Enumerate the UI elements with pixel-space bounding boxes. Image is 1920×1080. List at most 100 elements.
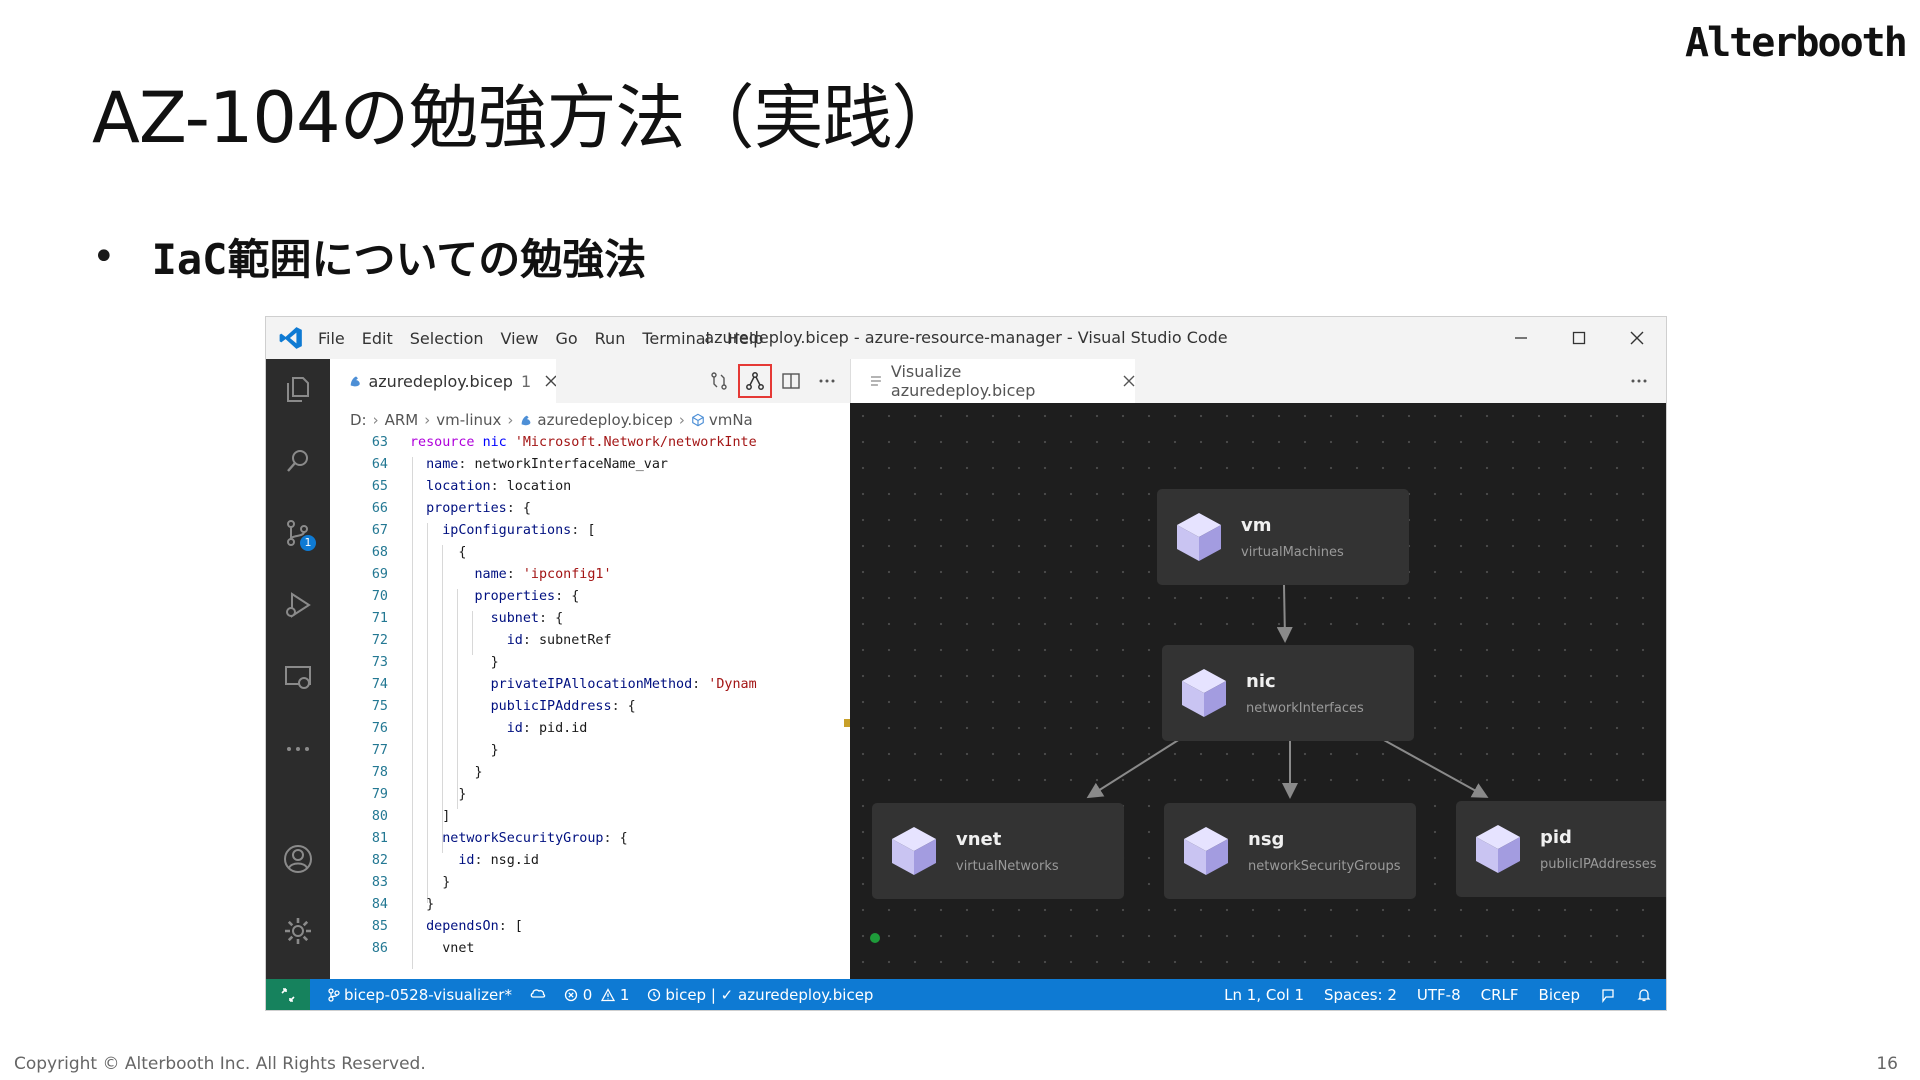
eol-status[interactable]: CRLF bbox=[1481, 986, 1519, 1004]
code-line[interactable]: 81 networkSecurityGroup: { bbox=[330, 831, 850, 853]
tab-label: azuredeploy.bicep bbox=[368, 371, 513, 391]
line-number: 63 bbox=[371, 435, 388, 450]
minimize-button[interactable] bbox=[1492, 317, 1550, 359]
visualizer-pane: Visualize azuredeploy.bicep vm virtualMa… bbox=[850, 359, 1666, 979]
more-actions-button[interactable] bbox=[1629, 371, 1649, 395]
sync-button[interactable] bbox=[530, 986, 546, 1004]
edge-nic-pid bbox=[1381, 738, 1489, 798]
code-line[interactable]: 79 } bbox=[330, 787, 850, 809]
code-text: } bbox=[410, 787, 467, 802]
node-type: networkSecurityGroups bbox=[1248, 859, 1401, 874]
code-line[interactable]: 64 name: networkInterfaceName_var bbox=[330, 457, 850, 479]
tab-problem-count: 1 bbox=[520, 371, 532, 391]
vscode-logo-icon bbox=[279, 327, 302, 349]
indentation-status[interactable]: Spaces: 2 bbox=[1324, 986, 1397, 1004]
activity-bar: 1 bbox=[266, 359, 330, 979]
code-line[interactable]: 68 { bbox=[330, 545, 850, 567]
node-vm[interactable]: vm virtualMachines bbox=[1157, 489, 1409, 585]
close-tab-icon[interactable] bbox=[1123, 375, 1135, 387]
manage-button[interactable] bbox=[282, 915, 314, 947]
bullet-item: • IaC範囲についての勉強法 bbox=[92, 226, 646, 287]
menu-go[interactable]: Go bbox=[555, 329, 577, 348]
code-line[interactable]: 83 } bbox=[330, 875, 850, 897]
code-line[interactable]: 85 dependsOn: [ bbox=[330, 919, 850, 941]
branch-status[interactable]: bicep-0528-visualizer* bbox=[328, 986, 512, 1004]
code-line[interactable]: 86 vnet bbox=[330, 941, 850, 963]
code-line[interactable]: 80 ] bbox=[330, 809, 850, 831]
code-line[interactable]: 66 properties: { bbox=[330, 501, 850, 523]
code-line[interactable]: 71 subnet: { bbox=[330, 611, 850, 633]
remote-indicator[interactable] bbox=[266, 979, 310, 1010]
node-nic[interactable]: nic networkInterfaces bbox=[1162, 645, 1414, 741]
code-text: } bbox=[410, 655, 499, 670]
breadcrumb-folder-vm-linux[interactable]: vm-linux bbox=[436, 411, 501, 429]
more-views-button[interactable] bbox=[282, 733, 314, 765]
visualize-button[interactable] bbox=[738, 364, 772, 398]
problems-status[interactable]: 0 1 bbox=[564, 986, 629, 1004]
language-status[interactable]: bicep | ✓ azuredeploy.bicep bbox=[647, 986, 873, 1004]
language-mode[interactable]: Bicep bbox=[1539, 986, 1580, 1004]
tab-azuredeploy-bicep[interactable]: azuredeploy.bicep 1 bbox=[330, 359, 556, 403]
node-vnet[interactable]: vnet virtualNetworks bbox=[872, 803, 1124, 899]
line-number: 70 bbox=[371, 589, 388, 604]
line-number: 79 bbox=[371, 787, 388, 802]
menu-run[interactable]: Run bbox=[595, 329, 626, 348]
remote-explorer-button[interactable] bbox=[282, 661, 314, 693]
editor-actions bbox=[696, 359, 840, 403]
close-tab-icon[interactable] bbox=[545, 375, 556, 387]
notifications-button[interactable] bbox=[1636, 986, 1652, 1004]
breadcrumb-symbol[interactable]: vmNa bbox=[709, 411, 753, 429]
code-line[interactable]: 84 } bbox=[330, 897, 850, 919]
code-line[interactable]: 69 name: 'ipconfig1' bbox=[330, 567, 850, 589]
preview-icon bbox=[870, 376, 881, 386]
code-line[interactable]: 82 id: nsg.id bbox=[330, 853, 850, 875]
code-line[interactable]: 63 resource nic 'Microsoft.Network/networ… bbox=[330, 435, 850, 457]
tab-visualize-bicep[interactable]: Visualize azuredeploy.bicep bbox=[851, 359, 1135, 403]
accounts-button[interactable] bbox=[282, 843, 314, 875]
close-window-button[interactable] bbox=[1608, 317, 1666, 359]
code-editor[interactable]: 63 resource nic 'Microsoft.Network/networ… bbox=[330, 435, 850, 979]
more-actions-button[interactable] bbox=[814, 368, 840, 394]
ellipsis-icon bbox=[287, 747, 309, 751]
search-button[interactable] bbox=[282, 445, 314, 477]
node-pid[interactable]: pid publicIPAddresses bbox=[1456, 801, 1666, 897]
code-text: } bbox=[410, 875, 451, 890]
editor-pane: azuredeploy.bicep 1 D: › ARM › vm-linux … bbox=[330, 359, 850, 979]
node-nsg[interactable]: nsg networkSecurityGroups bbox=[1164, 803, 1416, 899]
open-changes-button[interactable] bbox=[706, 368, 732, 394]
line-number: 73 bbox=[371, 655, 388, 670]
menu-terminal[interactable]: Terminal bbox=[642, 329, 710, 348]
maximize-button[interactable] bbox=[1550, 317, 1608, 359]
split-editor-button[interactable] bbox=[778, 368, 804, 394]
menu-help[interactable]: Help bbox=[727, 329, 763, 348]
breadcrumb-file[interactable]: azuredeploy.bicep bbox=[537, 411, 672, 429]
feedback-button[interactable] bbox=[1600, 986, 1616, 1004]
explorer-button[interactable] bbox=[282, 373, 314, 405]
code-line[interactable]: 67 ipConfigurations: [ bbox=[330, 523, 850, 545]
breadcrumb-drive[interactable]: D: bbox=[350, 411, 367, 429]
menu-view[interactable]: View bbox=[501, 329, 539, 348]
resource-graph-canvas[interactable]: vm virtualMachines nic networkInterfaces… bbox=[850, 403, 1666, 979]
code-line[interactable]: 73 } bbox=[330, 655, 850, 677]
line-number: 75 bbox=[371, 699, 388, 714]
code-line[interactable]: 72 id: subnetRef bbox=[330, 633, 850, 655]
run-debug-button[interactable] bbox=[282, 589, 314, 621]
code-line[interactable]: 76 id: pid.id bbox=[330, 721, 850, 743]
menu-file[interactable]: File bbox=[318, 329, 345, 348]
code-line[interactable]: 78 } bbox=[330, 765, 850, 787]
code-line[interactable]: 65 location: location bbox=[330, 479, 850, 501]
alterbooth-logo: Alterbooth bbox=[1685, 16, 1908, 74]
breadcrumb-folder-arm[interactable]: ARM bbox=[385, 411, 419, 429]
status-bar-right: Ln 1, Col 1 Spaces: 2 UTF-8 CRLF Bicep bbox=[1204, 979, 1652, 1010]
code-line[interactable]: 74 privateIPAllocationMethod: 'Dynam bbox=[330, 677, 850, 699]
line-number: 85 bbox=[371, 919, 388, 934]
code-line[interactable]: 75 publicIPAddress: { bbox=[330, 699, 850, 721]
menu-selection[interactable]: Selection bbox=[410, 329, 484, 348]
menu-edit[interactable]: Edit bbox=[362, 329, 393, 348]
code-line[interactable]: 70 properties: { bbox=[330, 589, 850, 611]
encoding-status[interactable]: UTF-8 bbox=[1417, 986, 1461, 1004]
cursor-position[interactable]: Ln 1, Col 1 bbox=[1224, 986, 1304, 1004]
code-line[interactable]: 77 } bbox=[330, 743, 850, 765]
ellipsis-icon bbox=[1631, 379, 1647, 383]
source-control-button[interactable]: 1 bbox=[282, 517, 316, 551]
